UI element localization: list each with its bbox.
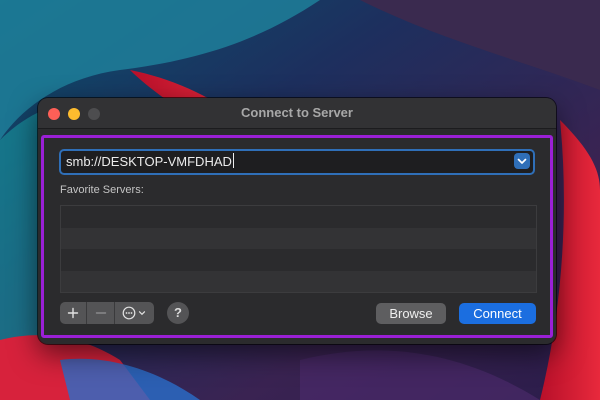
- chevron-down-icon: [517, 158, 527, 164]
- favorites-segmented-control: [60, 302, 154, 324]
- plus-icon: [68, 307, 79, 319]
- help-button[interactable]: ?: [167, 302, 189, 324]
- favorite-servers-label: Favorite Servers:: [60, 184, 144, 196]
- list-item[interactable]: [61, 249, 536, 271]
- server-address-value: smb://DESKTOP-VMFDHAD: [66, 154, 232, 169]
- window-title: Connect to Server: [241, 105, 353, 120]
- list-item[interactable]: [61, 206, 536, 228]
- server-address-field[interactable]: smb://DESKTOP-VMFDHAD: [59, 149, 535, 175]
- list-item[interactable]: [61, 270, 536, 292]
- remove-favorite-button[interactable]: [87, 302, 115, 324]
- connect-button[interactable]: Connect: [459, 303, 536, 324]
- recent-servers-dropdown-button[interactable]: [514, 153, 530, 169]
- text-caret: [232, 153, 234, 168]
- connect-to-server-window: Connect to Server smb://DESKTOP-VMFDHAD …: [38, 98, 556, 344]
- favorite-servers-list[interactable]: [60, 205, 537, 293]
- ellipsis-circle-icon: [123, 306, 136, 320]
- favorite-actions-menu-button[interactable]: [115, 302, 154, 324]
- browse-button[interactable]: Browse: [376, 303, 446, 324]
- chevron-down-icon: [139, 311, 146, 316]
- add-favorite-button[interactable]: [60, 302, 88, 324]
- minus-icon: [95, 312, 106, 314]
- list-item[interactable]: [61, 227, 536, 249]
- title-bar[interactable]: Connect to Server: [38, 98, 556, 129]
